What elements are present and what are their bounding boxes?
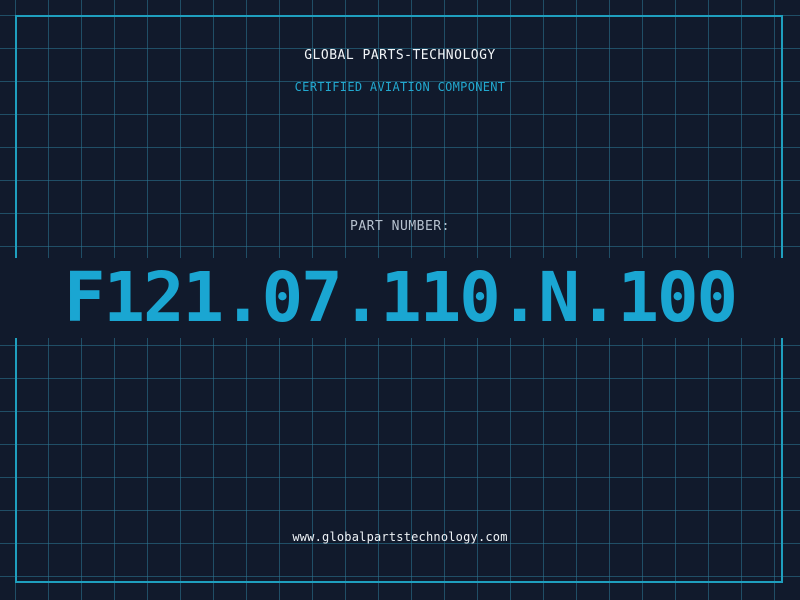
website-link[interactable]: www.globalpartstechnology.com [0,530,800,544]
part-number-label: PART NUMBER: [350,219,450,234]
part-number-value: F121.07.110.N.100 [63,258,738,338]
company-name: GLOBAL PARTS-TECHNOLOGY [304,48,496,63]
certification-tagline: CERTIFIED AVIATION COMPONENT [294,80,506,94]
label-canvas: GLOBAL PARTS-TECHNOLOGY CERTIFIED AVIATI… [0,0,800,600]
